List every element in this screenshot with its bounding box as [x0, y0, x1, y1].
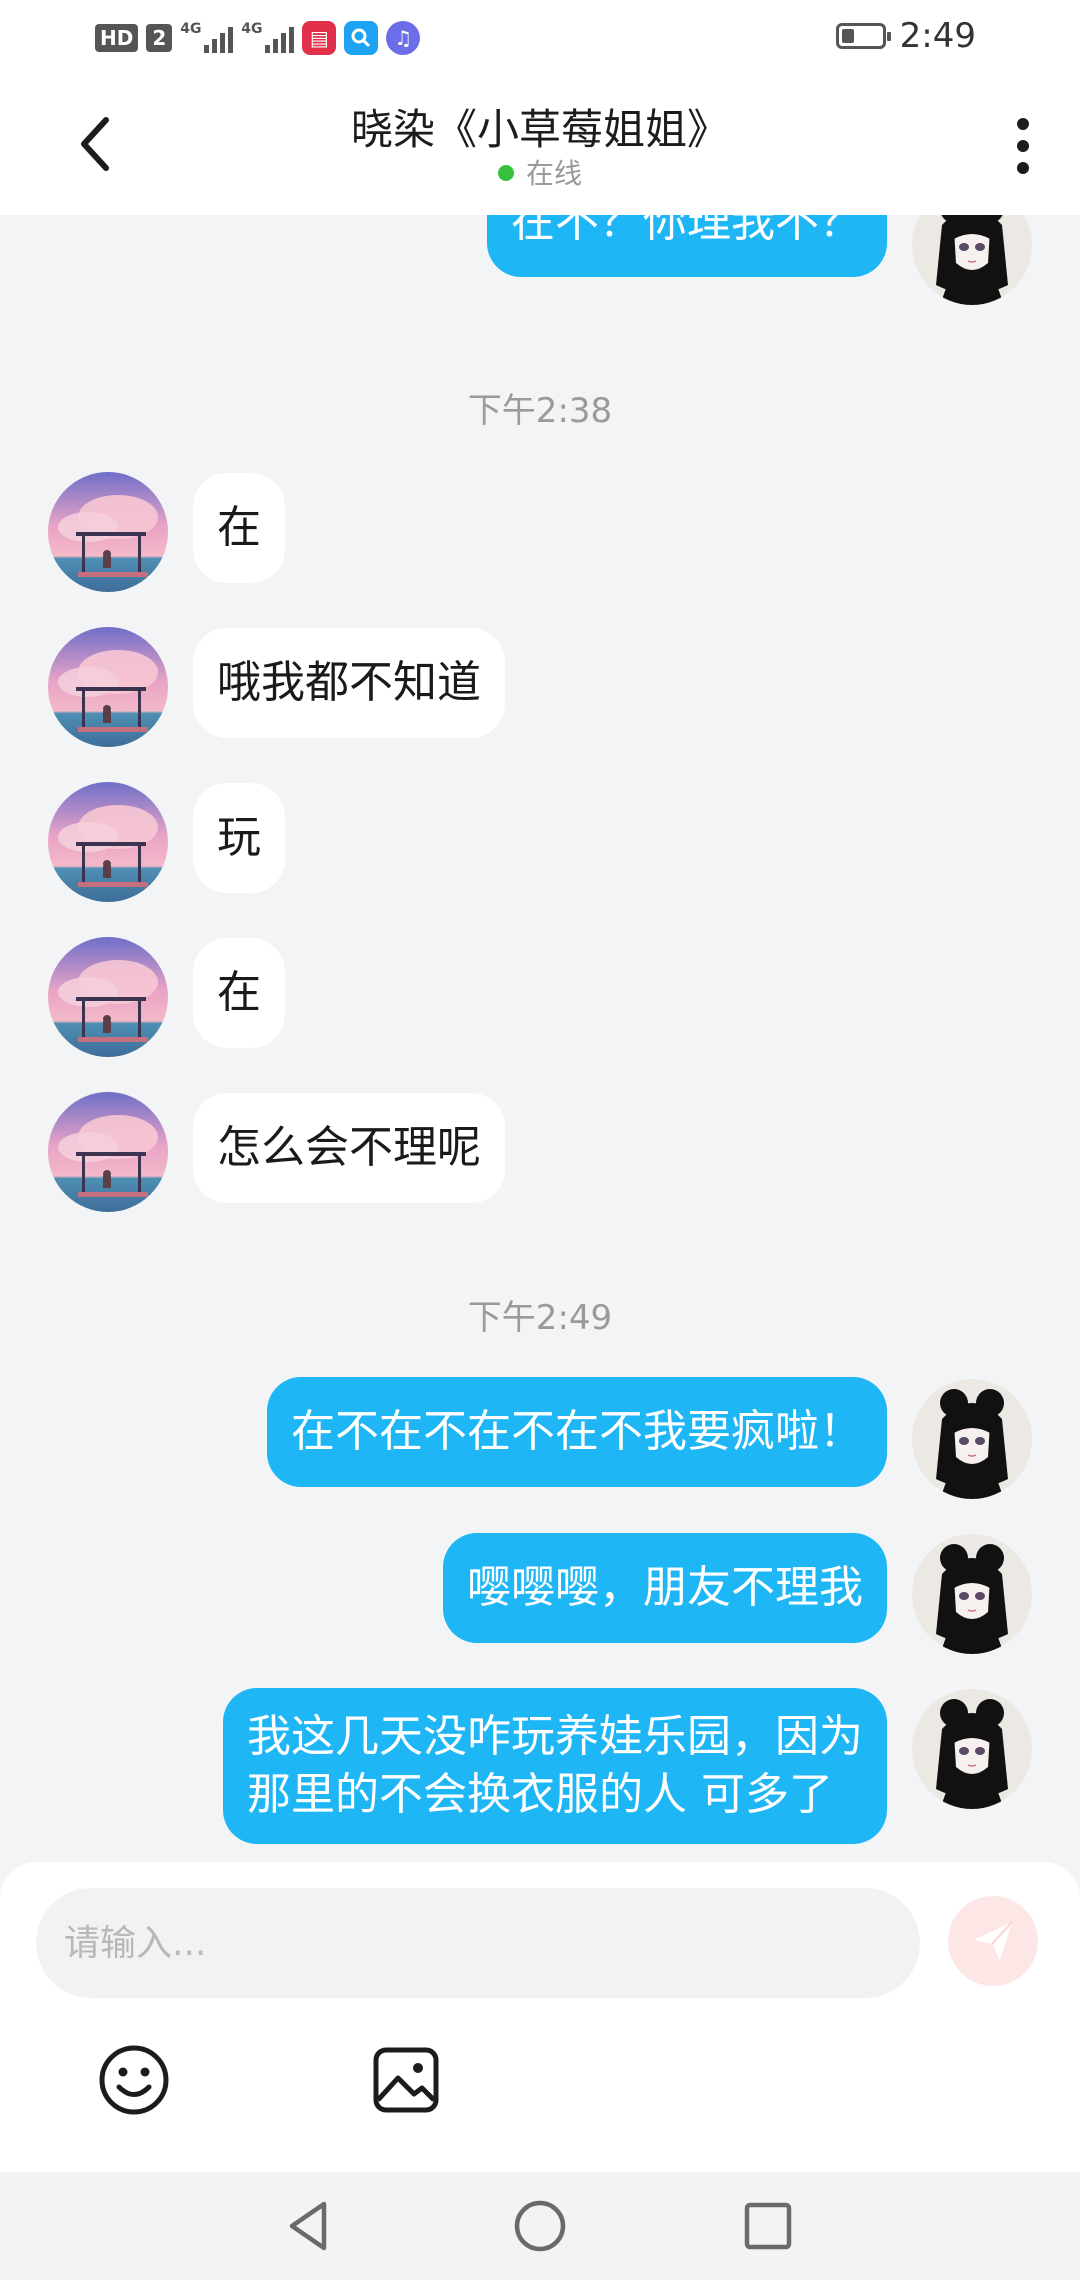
contact-name: 晓染《小草莓姐姐》: [350, 105, 729, 154]
emoji-button[interactable]: [96, 2042, 172, 2118]
square-recents-icon: [744, 2202, 792, 2250]
book-app-icon: ▤: [302, 21, 337, 55]
status-bar-right: 2:49: [835, 16, 976, 56]
contact-avatar[interactable]: [48, 627, 168, 747]
contact-avatar[interactable]: [48, 782, 168, 902]
clock: 2:49: [899, 16, 976, 56]
incoming-message-bubble[interactable]: 哦我都不知道: [193, 628, 505, 738]
message-input[interactable]: [36, 1888, 920, 1998]
more-dot-icon: [1017, 118, 1029, 130]
send-icon: [974, 1921, 1013, 1960]
outgoing-message-bubble[interactable]: 我这几天没咋玩养娃乐园，因为 那里的不会换衣服的人 可多了: [223, 1688, 887, 1844]
my-avatar[interactable]: [912, 215, 1032, 305]
my-avatar[interactable]: [912, 1534, 1032, 1654]
online-status-label: 在线: [525, 157, 582, 190]
send-button[interactable]: [948, 1896, 1038, 1986]
signal-icon: 4G: [180, 21, 234, 53]
music-app-icon: ♫: [386, 21, 421, 55]
incoming-message-bubble[interactable]: 在: [193, 473, 285, 583]
my-avatar[interactable]: [912, 1689, 1032, 1809]
online-dot-icon: [497, 165, 514, 181]
emoji-icon: [99, 2045, 169, 2115]
contact-avatar[interactable]: [48, 1092, 168, 1212]
message-timestamp: 下午2:38: [467, 391, 613, 431]
online-status: 在线: [0, 152, 1080, 192]
contact-avatar[interactable]: [48, 472, 168, 592]
message-text-line: 我这几天没咋玩养娃乐园，因为: [247, 1711, 863, 1762]
status-bar: HD 2 4G 4G ▤ ♫ 2:49: [0, 0, 1080, 72]
nav-home-button[interactable]: [510, 2196, 570, 2256]
triangle-back-icon: [289, 2201, 327, 2251]
chat-header: 晓染《小草莓姐姐》 在线: [0, 72, 1080, 215]
more-options-button[interactable]: [1008, 118, 1038, 174]
status-bar-left: HD 2 4G 4G ▤ ♫: [95, 18, 421, 58]
image-icon: [373, 2047, 439, 2113]
composer: [0, 1862, 1080, 2172]
network-type-label: 4G: [180, 21, 202, 37]
contact-avatar[interactable]: [48, 937, 168, 1057]
hd-badge: HD: [95, 24, 139, 52]
incoming-message-bubble[interactable]: 怎么会不理呢: [193, 1093, 505, 1203]
network-type-label: 4G: [241, 21, 263, 37]
incoming-message-bubble[interactable]: 玩: [193, 783, 285, 893]
outgoing-message-bubble[interactable]: 在不在不在不在不我要疯啦！: [267, 1377, 887, 1487]
circle-home-icon: [514, 2200, 566, 2252]
message-text-line: 那里的不会换衣服的人 可多了: [247, 1769, 833, 1820]
signal-icon: 4G: [241, 21, 295, 53]
battery-icon: [835, 23, 891, 49]
search-app-icon: [344, 21, 379, 55]
outgoing-message-bubble[interactable]: 在不？你理我不？: [487, 215, 887, 277]
nav-back-button[interactable]: [280, 2196, 340, 2256]
incoming-message-bubble[interactable]: 在: [193, 938, 285, 1048]
outgoing-message-bubble[interactable]: 嘤嘤嘤，朋友不理我: [443, 1533, 887, 1643]
image-button[interactable]: [368, 2042, 444, 2118]
message-timestamp: 下午2:49: [467, 1298, 613, 1338]
more-dot-icon: [1017, 162, 1029, 174]
sim-number-badge: 2: [146, 24, 173, 52]
more-dot-icon: [1017, 140, 1029, 152]
nav-recents-button[interactable]: [738, 2196, 798, 2256]
system-navigation-bar: [0, 2172, 1080, 2280]
chat-message-list[interactable]: 在不？你理我不？ 下午2:38 在 哦我都不知道 玩 在 怎么会不理呢 下午2:…: [0, 215, 1080, 1865]
my-avatar[interactable]: [912, 1379, 1032, 1499]
